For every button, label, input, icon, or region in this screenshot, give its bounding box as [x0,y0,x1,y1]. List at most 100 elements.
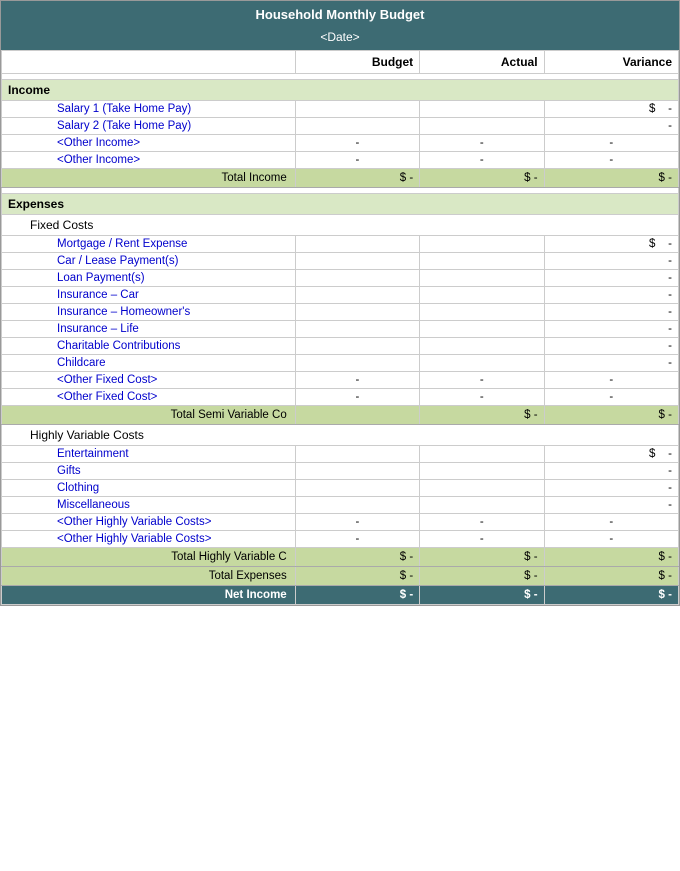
other-hv2-label: <Other Highly Variable Costs> [2,531,296,548]
clothing-budget[interactable] [295,480,419,497]
charitable-variance: - [544,338,678,355]
misc-budget[interactable] [295,497,419,514]
list-item: Charitable Contributions - [2,338,679,355]
entertainment-actual[interactable] [420,446,544,463]
other-fixed2-label: <Other Fixed Cost> [2,389,296,406]
total-hv-row: Total Highly Variable C $ - $ - $ - [2,548,679,567]
clothing-actual[interactable] [420,480,544,497]
ins-home-variance: - [544,304,678,321]
other-fixed1-budget[interactable]: - [295,372,419,389]
total-income-variance: $ - [544,169,678,188]
net-income-label: Net Income [2,586,296,605]
fixed-costs-header: Fixed Costs [2,215,679,236]
charitable-label: Charitable Contributions [2,338,296,355]
other-hv1-budget[interactable]: - [295,514,419,531]
ins-home-actual[interactable] [420,304,544,321]
salary1-actual[interactable] [420,101,544,118]
total-fixed-budget [295,406,419,425]
other-fixed2-variance: - [544,389,678,406]
other-hv2-actual[interactable]: - [420,531,544,548]
gifts-budget[interactable] [295,463,419,480]
childcare-budget[interactable] [295,355,419,372]
highly-variable-header: Highly Variable Costs [2,425,679,446]
childcare-variance: - [544,355,678,372]
clothing-variance: - [544,480,678,497]
other-hv1-actual[interactable]: - [420,514,544,531]
ins-life-budget[interactable] [295,321,419,338]
list-item: Miscellaneous - [2,497,679,514]
list-item: Loan Payment(s) - [2,270,679,287]
other-income2-budget[interactable]: - [295,152,419,169]
other-fixed2-actual[interactable]: - [420,389,544,406]
total-hv-actual: $ - [420,548,544,567]
col-header-label [2,51,296,74]
entertainment-label: Entertainment [2,446,296,463]
ins-life-actual[interactable] [420,321,544,338]
total-fixed-variance: $ - [544,406,678,425]
other-income1-budget[interactable]: - [295,135,419,152]
total-hv-label: Total Highly Variable C [2,548,296,567]
gifts-variance: - [544,463,678,480]
other-hv2-variance: - [544,531,678,548]
entertainment-budget[interactable] [295,446,419,463]
list-item: <Other Highly Variable Costs> - - - [2,531,679,548]
total-hv-variance: $ - [544,548,678,567]
salary2-variance: - [544,118,678,135]
loan-budget[interactable] [295,270,419,287]
loan-label: Loan Payment(s) [2,270,296,287]
other-fixed1-actual[interactable]: - [420,372,544,389]
list-item: <Other Highly Variable Costs> - - - [2,514,679,531]
net-income-row: Net Income $ - $ - $ - [2,586,679,605]
other-fixed1-variance: - [544,372,678,389]
total-income-label: Total Income [2,169,296,188]
income-section-header: Income [2,80,679,101]
childcare-label: Childcare [2,355,296,372]
list-item: Salary 1 (Take Home Pay) $ - [2,101,679,118]
car-lease-label: Car / Lease Payment(s) [2,253,296,270]
other-income2-label: <Other Income> [2,152,296,169]
list-item: Entertainment $ - [2,446,679,463]
car-lease-actual[interactable] [420,253,544,270]
net-income-variance: $ - [544,586,678,605]
total-fixed-label: Total Semi Variable Co [2,406,296,425]
mortgage-budget[interactable] [295,236,419,253]
misc-variance: - [544,497,678,514]
charitable-budget[interactable] [295,338,419,355]
other-fixed2-budget[interactable]: - [295,389,419,406]
list-item: Childcare - [2,355,679,372]
salary2-label: Salary 2 (Take Home Pay) [2,118,296,135]
salary2-actual[interactable] [420,118,544,135]
total-expenses-budget: $ - [295,567,419,586]
childcare-actual[interactable] [420,355,544,372]
entertainment-variance: $ - [544,446,678,463]
ins-home-budget[interactable] [295,304,419,321]
car-lease-budget[interactable] [295,253,419,270]
total-expenses-row: Total Expenses $ - $ - $ - [2,567,679,586]
salary1-variance: $ - [544,101,678,118]
list-item: Clothing - [2,480,679,497]
salary1-budget[interactable] [295,101,419,118]
list-item: <Other Income> - - - [2,135,679,152]
other-hv1-variance: - [544,514,678,531]
other-hv2-budget[interactable]: - [295,531,419,548]
loan-actual[interactable] [420,270,544,287]
list-item: Insurance – Life - [2,321,679,338]
mortgage-variance: $ - [544,236,678,253]
total-hv-budget: $ - [295,548,419,567]
total-expenses-variance: $ - [544,567,678,586]
other-income2-actual[interactable]: - [420,152,544,169]
misc-actual[interactable] [420,497,544,514]
charitable-actual[interactable] [420,338,544,355]
other-income1-actual[interactable]: - [420,135,544,152]
mortgage-actual[interactable] [420,236,544,253]
ins-home-label: Insurance – Homeowner's [2,304,296,321]
list-item: Insurance – Car - [2,287,679,304]
list-item: Gifts - [2,463,679,480]
other-income1-variance: - [544,135,678,152]
gifts-label: Gifts [2,463,296,480]
ins-car-actual[interactable] [420,287,544,304]
ins-car-budget[interactable] [295,287,419,304]
salary2-budget[interactable] [295,118,419,135]
ins-life-variance: - [544,321,678,338]
gifts-actual[interactable] [420,463,544,480]
